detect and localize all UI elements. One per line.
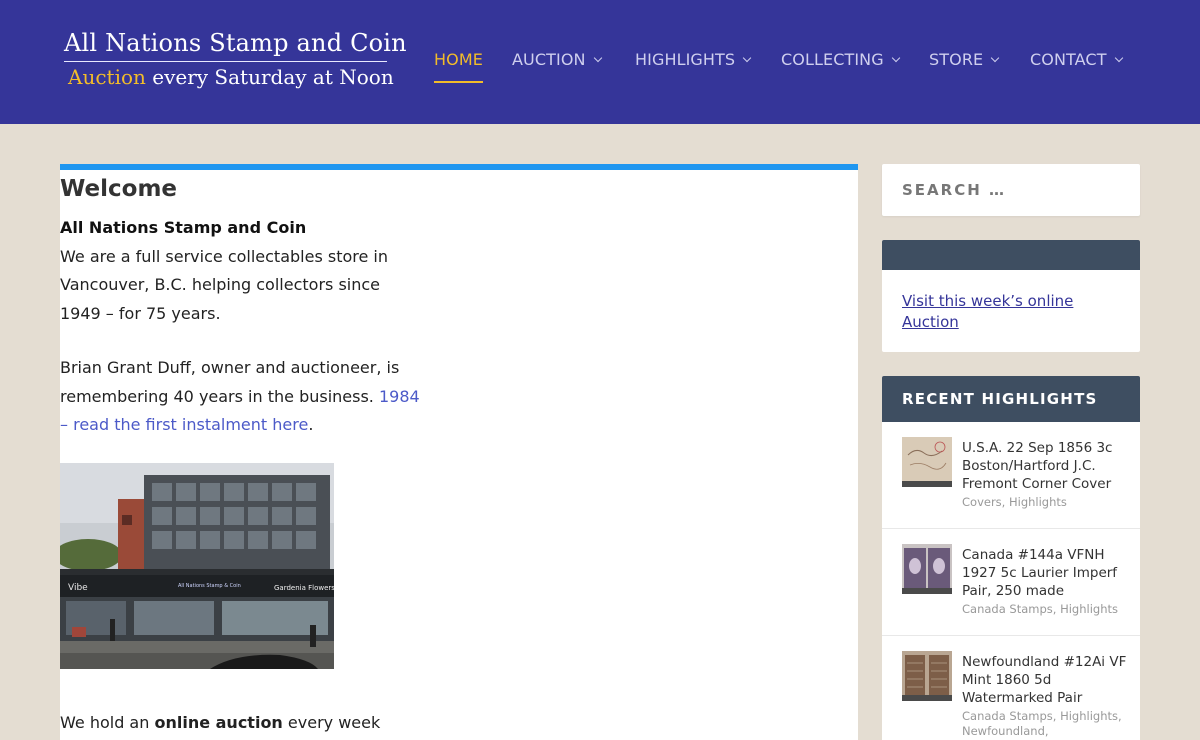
- post-categories[interactable]: Canada Stamps, Highlights, Newfoundland,: [962, 709, 1132, 739]
- site-header: All Nations Stamp and Coin Auction every…: [0, 0, 1200, 124]
- stamp-thumbnail[interactable]: [902, 544, 952, 594]
- recent-highlights-widget: RECENT HIGHLIGHTS U.S.A. 22 Sep 1856 3c …: [882, 376, 1140, 740]
- nav-highlights-label: HIGHLIGHTS: [635, 50, 736, 69]
- owner-text: Brian Grant Duff, owner and auctioneer, …: [60, 358, 400, 406]
- main-content: Welcome All Nations Stamp and Coin We ar…: [60, 164, 858, 740]
- chevron-down-icon: [742, 53, 752, 63]
- search-input[interactable]: [882, 164, 1140, 216]
- search-widget: [882, 164, 1140, 216]
- auction-widget: Visit this week’s online Auction: [882, 240, 1140, 352]
- nav-item-collecting[interactable]: COLLECTING: [781, 50, 900, 69]
- list-item[interactable]: U.S.A. 22 Sep 1856 3c Boston/Hartford J.…: [882, 422, 1140, 529]
- store-photo: Vibe All Nations Stamp & Coin Gardenia F…: [60, 463, 334, 669]
- auction-intro: We hold an online auction every week: [60, 710, 380, 736]
- nav-store-label: STORE: [929, 50, 984, 69]
- nav-home-label: HOME: [434, 50, 483, 69]
- sign-vibe: Vibe: [68, 583, 88, 593]
- widget-header-bar: [882, 240, 1140, 270]
- chevron-down-icon: [991, 53, 1000, 63]
- chevron-down-icon: [891, 53, 900, 63]
- sign-gardenia: Gardenia Flowers: [274, 584, 334, 592]
- post-title[interactable]: U.S.A. 22 Sep 1856 3c Boston/Hartford J.…: [962, 439, 1127, 493]
- nav-item-highlights[interactable]: HIGHLIGHTS: [635, 50, 752, 69]
- main-nav: HOME AUCTION HIGHLIGHTS COLLECTING STORE…: [0, 50, 1200, 90]
- post-categories[interactable]: Canada Stamps, Highlights: [962, 602, 1132, 617]
- nav-auction-label: AUCTION: [512, 50, 586, 69]
- page-title: Welcome: [60, 176, 178, 202]
- welcome-text: All Nations Stamp and Coin We are a full…: [60, 214, 420, 466]
- stamp-thumbnail[interactable]: [902, 651, 952, 701]
- intro-heading: All Nations Stamp and Coin: [60, 218, 307, 237]
- bottom-pre: We hold an: [60, 713, 155, 732]
- nav-item-auction[interactable]: AUCTION: [512, 50, 602, 69]
- bottom-bold: online auction: [154, 713, 283, 732]
- bottom-post: every week: [282, 713, 381, 732]
- recent-highlights-title: RECENT HIGHLIGHTS: [882, 376, 1140, 422]
- nav-item-home[interactable]: HOME: [434, 50, 483, 83]
- nav-item-contact[interactable]: CONTACT: [1030, 50, 1123, 69]
- nav-collecting-label: COLLECTING: [781, 50, 884, 69]
- sign-all-nations: All Nations Stamp & Coin: [178, 583, 241, 589]
- chevron-down-icon: [1114, 53, 1123, 63]
- post-title[interactable]: Newfoundland #12Ai VF Mint 1860 5d Water…: [962, 653, 1127, 707]
- list-item[interactable]: Canada #144a VFNH 1927 5c Laurier Imperf…: [882, 529, 1140, 636]
- online-auction-link[interactable]: Visit this week’s online Auction: [902, 291, 1102, 333]
- owner-end: .: [308, 415, 314, 434]
- intro-text: We are a full service collectables store…: [60, 246, 389, 323]
- nav-contact-label: CONTACT: [1030, 50, 1107, 69]
- post-title[interactable]: Canada #144a VFNH 1927 5c Laurier Imperf…: [962, 546, 1127, 600]
- nav-item-store[interactable]: STORE: [929, 50, 1000, 69]
- list-item[interactable]: Newfoundland #12Ai VF Mint 1860 5d Water…: [882, 636, 1140, 740]
- post-categories[interactable]: Covers, Highlights: [962, 495, 1132, 510]
- cover-thumbnail[interactable]: [902, 437, 952, 487]
- chevron-down-icon: [593, 53, 602, 63]
